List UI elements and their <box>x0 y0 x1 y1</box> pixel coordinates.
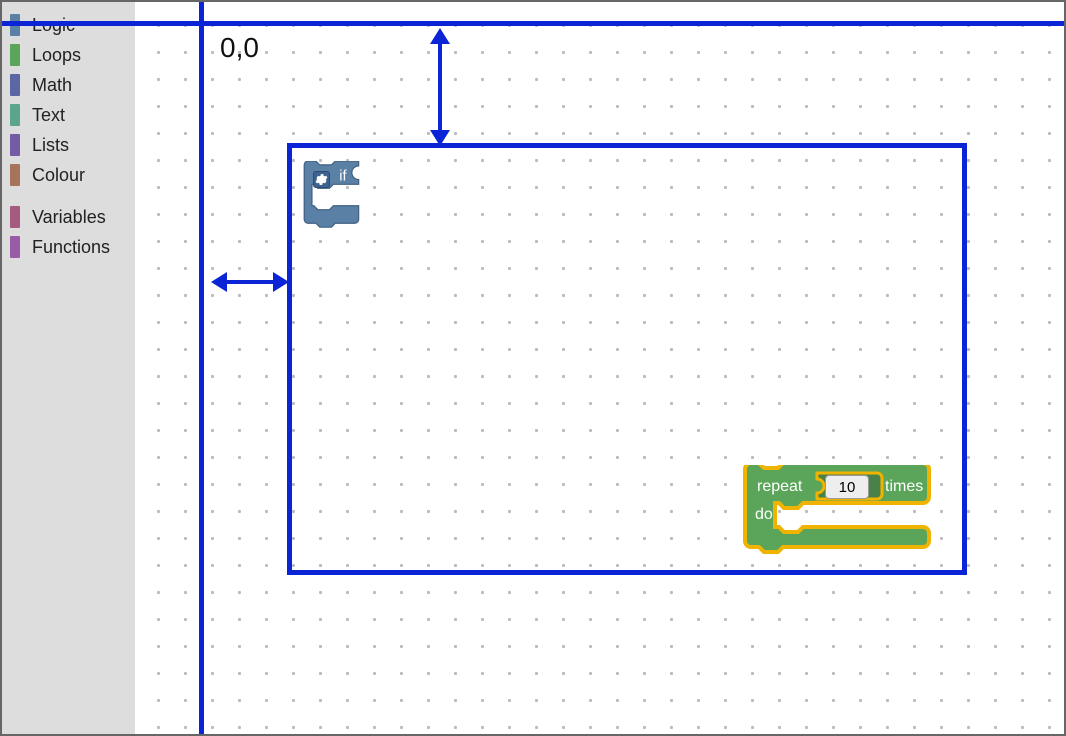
annotation-arrow-vertical <box>438 40 442 134</box>
repeat-count-input[interactable]: 10 <box>825 475 869 499</box>
category-text[interactable]: Text <box>2 100 135 130</box>
category-label: Loops <box>32 45 81 66</box>
category-loops[interactable]: Loops <box>2 40 135 70</box>
category-label: Math <box>32 75 72 96</box>
category-label: Functions <box>32 237 110 258</box>
swatch-icon <box>10 206 20 228</box>
swatch-icon <box>10 164 20 186</box>
workspace-canvas[interactable]: 0,0 if do repeat times do <box>135 2 1064 734</box>
category-separator <box>2 190 135 202</box>
if-label: if <box>339 168 347 184</box>
category-math[interactable]: Math <box>2 70 135 100</box>
do-label: do <box>314 190 330 206</box>
category-functions[interactable]: Functions <box>2 232 135 262</box>
toolbox-sidebar: Logic Loops Math Text Lists Colour Varia… <box>2 2 135 734</box>
category-label: Colour <box>32 165 85 186</box>
repeat-count-value: 10 <box>839 479 856 496</box>
category-label: Lists <box>32 135 69 156</box>
repeat-block[interactable]: repeat times do 10 <box>741 465 936 557</box>
repeat-label: repeat <box>757 478 803 495</box>
origin-label: 0,0 <box>220 32 259 64</box>
gear-icon[interactable] <box>313 171 330 188</box>
category-label: Text <box>32 105 65 126</box>
do-label: do <box>755 506 773 523</box>
times-label: times <box>885 478 923 495</box>
swatch-icon <box>10 74 20 96</box>
category-colour[interactable]: Colour <box>2 160 135 190</box>
swatch-icon <box>10 134 20 156</box>
blockly-editor: Logic Loops Math Text Lists Colour Varia… <box>0 0 1066 736</box>
swatch-icon <box>10 104 20 126</box>
category-label: Variables <box>32 207 106 228</box>
swatch-icon <box>10 44 20 66</box>
category-lists[interactable]: Lists <box>2 130 135 160</box>
swatch-icon <box>10 236 20 258</box>
annotation-arrow-horizontal <box>223 280 277 284</box>
if-block[interactable]: if do <box>303 161 391 233</box>
category-variables[interactable]: Variables <box>2 202 135 232</box>
annotation-axis-vertical <box>199 2 204 734</box>
annotation-axis-horizontal <box>2 21 1064 26</box>
